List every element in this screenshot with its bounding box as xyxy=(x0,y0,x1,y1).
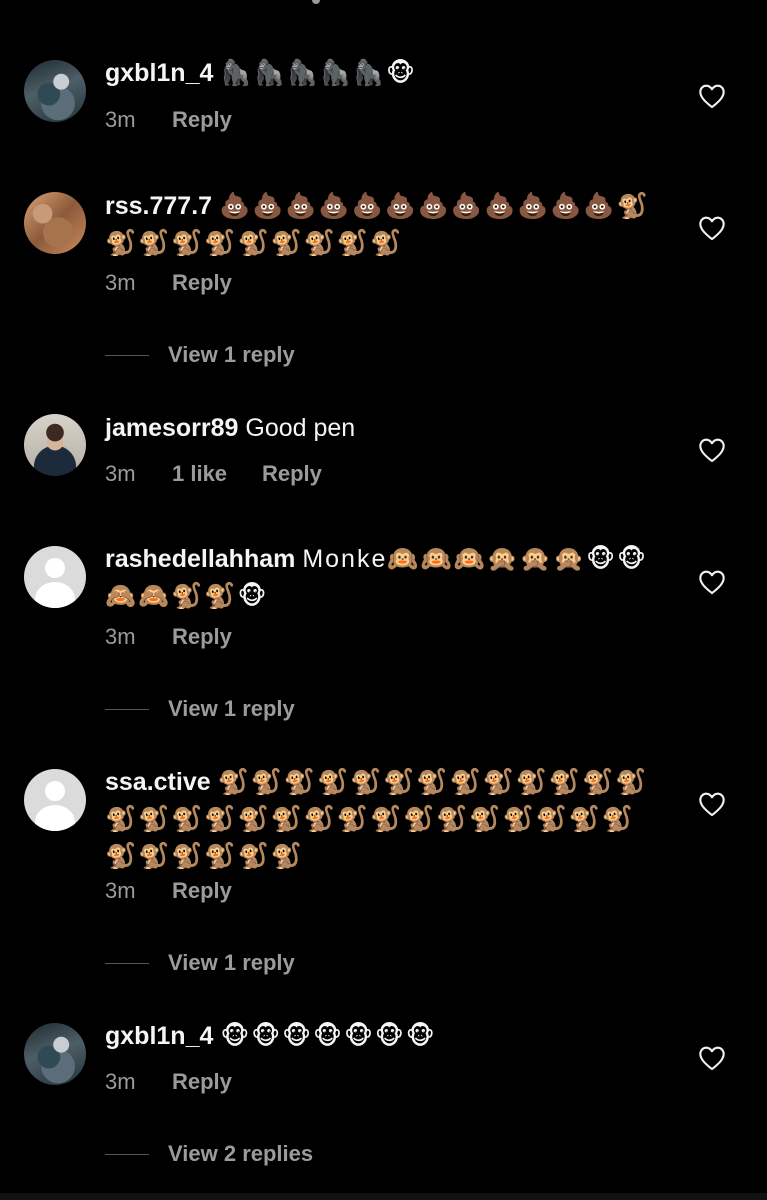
comment-text: gxbl1n_4 🦍🦍🦍🦍🦍🐵 xyxy=(105,55,665,92)
comment-username[interactable]: jamesorr89 xyxy=(105,414,238,442)
comment-text: ssa.ctive 🐒🐒🐒🐒🐒🐒🐒🐒🐒🐒🐒🐒🐒🐒🐒🐒🐒🐒🐒🐒🐒🐒🐒🐒🐒🐒🐒🐒🐒🐒… xyxy=(105,764,665,875)
default-user-icon[interactable] xyxy=(24,546,86,608)
scroll-indicator-dot xyxy=(312,0,320,4)
heart-outline-icon[interactable] xyxy=(698,83,726,109)
view-replies-label: View 1 reply xyxy=(168,696,295,721)
comment-text: rss.777.7 💩💩💩💩💩💩💩💩💩💩💩💩🐒🐒🐒🐒🐒🐒🐒🐒🐒🐒 xyxy=(105,188,665,262)
reply-button[interactable]: Reply xyxy=(172,1069,232,1095)
avatar[interactable] xyxy=(24,414,86,476)
comment-text: jamesorr89 Good pen xyxy=(105,410,665,447)
comment-meta: 3m 1 like Reply xyxy=(105,461,322,487)
heart-outline-icon[interactable] xyxy=(698,791,726,817)
reply-button[interactable]: Reply xyxy=(172,107,232,133)
heart-outline-icon[interactable] xyxy=(698,215,726,241)
reply-button[interactable]: Reply xyxy=(172,624,232,650)
comment-text: rashedellahham Monke🙉🙉🙉🙊🙊🙊🐵🐵🙈🙈🐒🐒🐵 xyxy=(105,541,665,615)
view-replies-button[interactable]: View 2 replies xyxy=(105,1141,313,1167)
comment-username[interactable]: ssa.ctive xyxy=(105,768,211,796)
reply-button[interactable]: Reply xyxy=(262,461,322,487)
reply-button[interactable]: Reply xyxy=(172,270,232,296)
like-count[interactable]: 1 like xyxy=(172,461,262,487)
reply-divider-line xyxy=(105,354,149,356)
comment-time: 3m xyxy=(105,461,136,486)
comment-username[interactable]: rss.777.7 xyxy=(105,192,212,220)
heart-outline-icon[interactable] xyxy=(698,437,726,463)
comment-meta: 3m Reply xyxy=(105,270,232,296)
view-replies-button[interactable]: View 1 reply xyxy=(105,342,295,368)
heart-outline-icon[interactable] xyxy=(698,1045,726,1071)
view-replies-label: View 1 reply xyxy=(168,950,295,975)
comment-time: 3m xyxy=(105,624,136,649)
view-replies-button[interactable]: View 1 reply xyxy=(105,696,295,722)
comment-username[interactable]: rashedellahham xyxy=(105,545,295,573)
comment-body: 🦍🦍🦍🦍🦍🐵 xyxy=(220,59,417,87)
comment-meta: 3m Reply xyxy=(105,107,232,133)
avatar[interactable] xyxy=(24,1023,86,1085)
reply-divider-line xyxy=(105,1153,149,1155)
avatar[interactable] xyxy=(24,192,86,254)
heart-outline-icon[interactable] xyxy=(698,569,726,595)
comment-time: 3m xyxy=(105,107,136,132)
view-replies-button[interactable]: View 1 reply xyxy=(105,950,295,976)
view-replies-label: View 2 replies xyxy=(168,1141,314,1166)
comment-time: 3m xyxy=(105,878,136,903)
comment-username[interactable]: gxbl1n_4 xyxy=(105,59,213,87)
comment-meta: 3m Reply xyxy=(105,624,232,650)
comment-time: 3m xyxy=(105,270,136,295)
bottom-edge xyxy=(0,1193,767,1200)
reply-divider-line xyxy=(105,708,149,710)
view-replies-label: View 1 reply xyxy=(168,342,295,367)
comment-meta: 3m Reply xyxy=(105,1069,232,1095)
comment-time: 3m xyxy=(105,1069,136,1094)
comment-username[interactable]: gxbl1n_4 xyxy=(105,1022,213,1050)
default-user-icon[interactable] xyxy=(24,769,86,831)
comment-text: gxbl1n_4 🐵🐵🐵🐵🐵🐵🐵 xyxy=(105,1018,665,1055)
comment-body: Good pen xyxy=(245,414,356,442)
reply-button[interactable]: Reply xyxy=(172,878,232,904)
reply-divider-line xyxy=(105,962,149,964)
comment-meta: 3m Reply xyxy=(105,878,232,904)
comment-body: 🐵🐵🐵🐵🐵🐵🐵 xyxy=(220,1022,437,1050)
avatar[interactable] xyxy=(24,60,86,122)
